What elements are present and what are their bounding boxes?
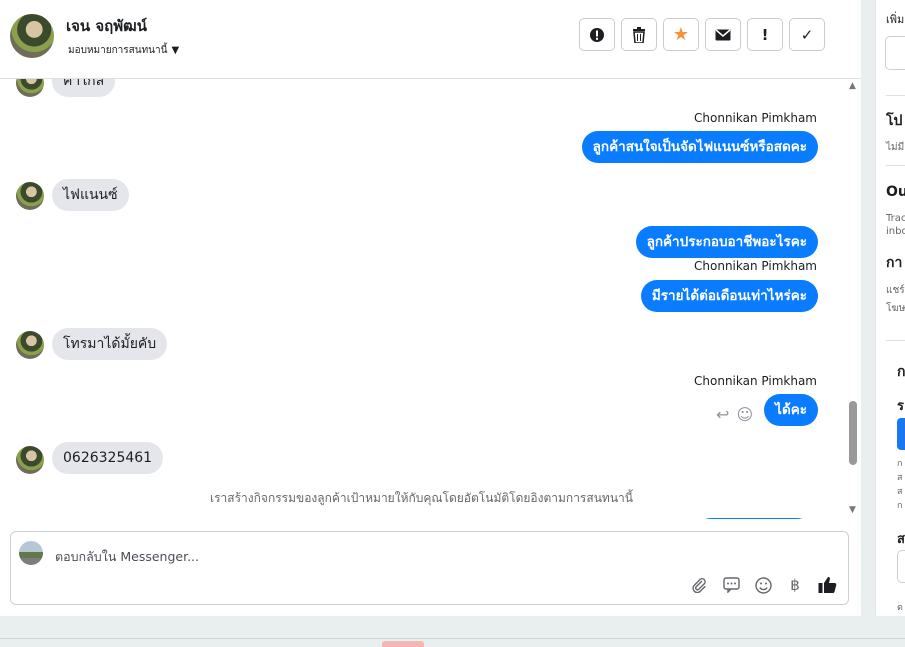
mail-icon — [715, 28, 731, 40]
system-activity-note: เราสร้างกิจกรรมของลูกค้าเป้าหมายให้กับคุ… — [210, 491, 633, 505]
alert-circle-icon — [590, 27, 604, 42]
mark-unread-button[interactable] — [705, 18, 741, 51]
contact-name[interactable]: เจน จฤพัฒน์ — [66, 14, 147, 38]
thumbs-up-icon[interactable] — [816, 574, 838, 596]
contact-avatar-small — [16, 446, 44, 474]
sidebar-heading: ก — [897, 364, 905, 380]
reply-input[interactable]: ตอบกลับใน Messenger... — [55, 547, 199, 567]
outgoing-message[interactable]: ลูกค้าสนใจเป็นจัดไฟแนนซ์หรือสดคะ — [581, 131, 818, 163]
star-icon: ★ — [672, 24, 690, 45]
conversation-header: เจน จฤพัฒน์ มอบหมายการสนทนานี้ ▼ ★ ! ✓ — [0, 0, 861, 79]
sidebar-button[interactable] — [885, 36, 905, 70]
check-icon: ✓ — [800, 25, 814, 44]
star-button[interactable]: ★ — [663, 18, 699, 51]
message-scrollbar[interactable]: ▲ ▼ — [846, 79, 861, 519]
speech-bubble-icon[interactable] — [720, 574, 742, 596]
assign-conversation-dropdown[interactable]: มอบหมายการสนทนานี้ ▼ — [68, 43, 179, 58]
exclamation-icon: ! — [761, 25, 769, 44]
sidebar-text: ไม่มี — [886, 142, 905, 153]
divider — [886, 95, 905, 96]
delete-button[interactable] — [621, 18, 657, 51]
sidebar-primary-button[interactable] — [897, 418, 905, 450]
outgoing-message[interactable]: มีรายได้ต่อเดือนเท่าไหร่คะ — [640, 280, 818, 312]
outgoing-message[interactable]: ลูกค้าประกอบอาชีพอะไรคะ — [635, 226, 818, 258]
reply-composer[interactable]: ตอบกลับใน Messenger... ฿ — [10, 531, 849, 605]
sidebar-text: inbo — [886, 226, 905, 237]
scroll-up-arrow-icon[interactable]: ▲ — [849, 81, 856, 91]
incoming-message[interactable]: ค่าใกล้ — [52, 79, 116, 97]
sidebar-heading: กา — [886, 255, 903, 271]
baht-icon[interactable]: ฿ — [784, 574, 806, 596]
scroll-down-arrow-icon[interactable]: ▼ — [849, 505, 856, 515]
sidebar-text: ต — [897, 603, 903, 613]
outgoing-message[interactable]: ได้คะ — [764, 394, 818, 426]
incoming-message[interactable]: โทรมาได้มั้ยคับ — [52, 328, 168, 360]
divider — [886, 340, 905, 341]
sidebar-heading: Ou — [886, 184, 905, 200]
reply-icon[interactable]: ↩ — [716, 405, 729, 424]
smiley-icon[interactable] — [752, 574, 774, 596]
mark-spam-button[interactable] — [579, 18, 615, 51]
taskbar-tab[interactable] — [382, 641, 424, 647]
sender-name: Chonnikan Pimkham — [694, 374, 817, 388]
paperclip-icon[interactable] — [688, 574, 710, 596]
contact-avatar-small — [16, 79, 44, 97]
composer-toolbar: ฿ — [688, 574, 838, 596]
sidebar-heading: โป — [886, 113, 903, 129]
contact-avatar-small — [16, 331, 44, 359]
sidebar-heading: ร — [897, 399, 904, 414]
sidebar-text: ส — [897, 487, 903, 497]
divider — [886, 165, 905, 166]
follow-up-button[interactable]: ! — [747, 18, 783, 51]
sidebar-input[interactable] — [897, 550, 905, 583]
react-smiley-icon[interactable]: ☺ — [737, 405, 754, 424]
sidebar-text: Trac — [886, 213, 905, 224]
conversation-panel: เจน จฤพัฒน์ มอบหมายการสนทนานี้ ▼ ★ ! ✓ ค… — [0, 0, 861, 616]
sidebar-text: แชร์ — [886, 285, 905, 296]
contact-avatar[interactable] — [10, 14, 54, 58]
sidebar-text: ส — [897, 473, 903, 483]
trash-icon — [633, 26, 645, 43]
sidebar-text: ก — [897, 501, 903, 511]
page-avatar — [19, 541, 43, 565]
scroll-thumb[interactable] — [849, 401, 857, 465]
incoming-message[interactable]: 0626325461 — [52, 442, 164, 474]
sender-name: Chonnikan Pimkham — [694, 259, 817, 273]
sidebar-text: เพิ่ม — [886, 13, 905, 26]
mark-done-button[interactable]: ✓ — [789, 18, 825, 51]
right-details-panel: เพิ่ม โป ไม่มี Ou Trac inbo กา แชร์ โฆษ … — [875, 0, 905, 616]
sidebar-heading: ส — [897, 532, 905, 547]
message-list[interactable]: ค่าใกล้ Chonnikan Pimkham ลูกค้าสนใจเป็น… — [0, 79, 846, 519]
assign-label: มอบหมายการสนทนานี้ — [68, 45, 168, 56]
outgoing-message-partial[interactable] — [695, 518, 813, 519]
conversation-toolbar: ★ ! ✓ — [579, 18, 825, 51]
message-actions: ↩ ☺ — [716, 405, 753, 424]
incoming-message[interactable]: ไฟแนนซ์ — [52, 179, 129, 211]
window-bottom-strip — [0, 616, 905, 647]
sidebar-text: โฆษ — [886, 303, 905, 314]
divider — [0, 638, 905, 639]
sender-name: Chonnikan Pimkham — [694, 111, 817, 125]
sidebar-text: ก — [897, 459, 903, 469]
contact-avatar-small — [16, 182, 44, 210]
caret-down-icon: ▼ — [171, 45, 180, 56]
